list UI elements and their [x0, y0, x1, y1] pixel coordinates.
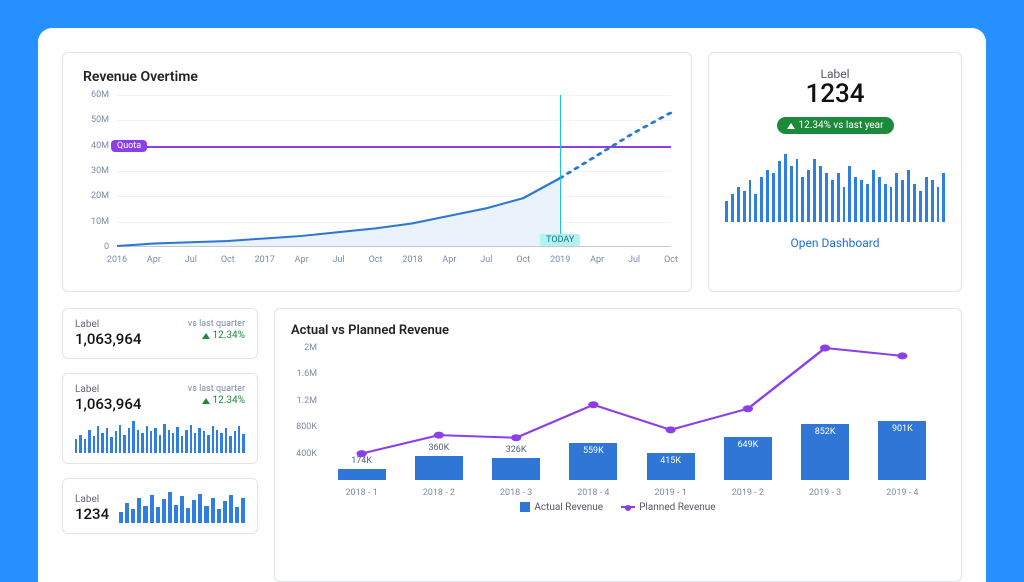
today-badge: TODAY — [540, 234, 580, 246]
kpi-small-2[interactable]: Label 1,063,964 vs last quarter 12.34% — [62, 373, 258, 464]
kpi-sparkline — [725, 152, 945, 222]
open-dashboard-link[interactable]: Open Dashboard — [791, 236, 880, 250]
bottom-row: Label 1,063,964 vs last quarter 12.34% — [62, 308, 962, 582]
trend-up-icon — [202, 333, 210, 339]
kpi-small-3-value: 1234 — [75, 505, 109, 523]
kpi-small-1-pct: 12.34% — [188, 330, 245, 341]
revenue-overtime-card[interactable]: Revenue Overtime 010M20M30M40M50M60MQuot… — [62, 52, 692, 292]
revenue-overtime-chart: 010M20M30M40M50M60MQuotaTODAY2016AprJulO… — [83, 95, 671, 265]
kpi-small-2-value: 1,063,964 — [75, 395, 141, 413]
actual-vs-planned-chart: 400K800K1.2M1.6M2M174K360K326K559K415K64… — [291, 348, 945, 498]
kpi-card[interactable]: Label 1234 12.34% vs last year Open Dash… — [708, 52, 962, 292]
kpi-small-2-label: Label — [75, 384, 141, 395]
actual-vs-planned-title: Actual vs Planned Revenue — [291, 323, 945, 338]
kpi-change-text: 12.34% vs last year — [799, 120, 884, 131]
actual-vs-planned-card[interactable]: Actual vs Planned Revenue 400K800K1.2M1.… — [274, 308, 962, 582]
revenue-overtime-title: Revenue Overtime — [83, 69, 671, 85]
legend-line-icon — [621, 506, 635, 508]
legend-planned: Planned Revenue — [621, 502, 715, 513]
trend-up-icon — [787, 123, 795, 129]
kpi-small-1[interactable]: Label 1,063,964 vs last quarter 12.34% — [62, 308, 258, 359]
kpi-small-1-value: 1,063,964 — [75, 330, 141, 348]
kpi-small-2-spark — [75, 419, 245, 453]
actual-vs-planned-legend: Actual Revenue Planned Revenue — [291, 502, 945, 513]
kpi-small-3[interactable]: Label 1234 — [62, 478, 258, 534]
kpi-small-2-sub: vs last quarter — [188, 384, 245, 394]
kpi-value: 1234 — [805, 79, 864, 109]
kpi-small-2-pct: 12.34% — [188, 395, 245, 406]
kpi-small-1-label: Label — [75, 319, 141, 330]
kpi-small-3-spark — [119, 489, 245, 523]
kpi-change-badge: 12.34% vs last year — [777, 117, 894, 134]
legend-actual: Actual Revenue — [520, 502, 603, 513]
kpi-small-1-sub: vs last quarter — [188, 319, 245, 329]
trend-up-icon — [202, 398, 210, 404]
dashboard-canvas: Revenue Overtime 010M20M30M40M50M60MQuot… — [38, 28, 986, 582]
kpi-small-column: Label 1,063,964 vs last quarter 12.34% — [62, 308, 258, 582]
kpi-small-3-label: Label — [75, 494, 109, 505]
legend-square-icon — [520, 502, 530, 512]
